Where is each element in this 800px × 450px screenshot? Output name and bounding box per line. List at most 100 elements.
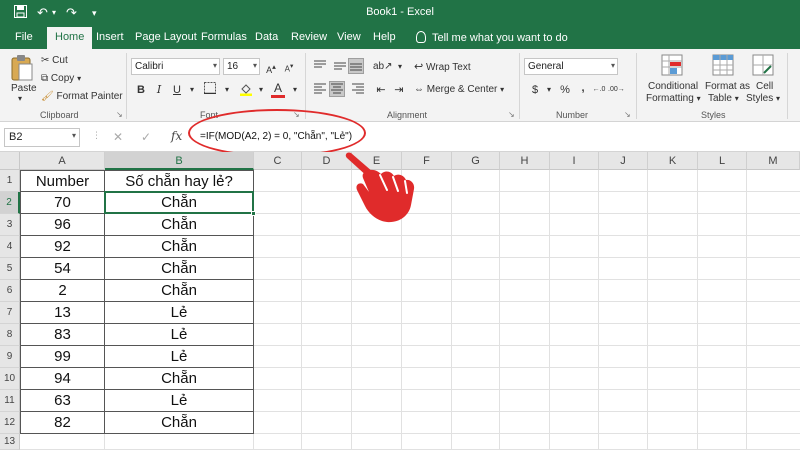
column-header-j[interactable]: J	[599, 152, 648, 170]
row-header-10[interactable]: 10	[0, 368, 20, 390]
accounting-dropdown-icon[interactable]: ▾	[541, 82, 557, 98]
align-right-icon[interactable]	[350, 82, 366, 98]
cell-number[interactable]: 92	[20, 236, 105, 258]
underline-button[interactable]: U	[169, 82, 185, 98]
borders-icon[interactable]	[202, 82, 218, 98]
paste-dropdown-icon[interactable]: ▾	[18, 94, 22, 103]
cell-parity[interactable]: Chẵn	[105, 214, 254, 236]
row-header-7[interactable]: 7	[0, 302, 20, 324]
format-painter-button[interactable]: 🖌 Format Painter	[41, 91, 123, 102]
orientation-icon[interactable]: ab↗	[373, 59, 393, 75]
align-bottom-icon[interactable]	[348, 58, 364, 74]
format-as-table-button[interactable]: Format as	[705, 81, 750, 92]
cell-number[interactable]: 70	[20, 192, 105, 214]
percent-style-button[interactable]: %	[557, 82, 573, 98]
name-box[interactable]: B2 ▾	[4, 128, 80, 147]
paste-icon[interactable]	[10, 54, 34, 85]
row-header-8[interactable]: 8	[0, 324, 20, 346]
row-header-11[interactable]: 11	[0, 390, 20, 412]
row-header-2[interactable]: 2	[0, 192, 20, 214]
tab-insert[interactable]: Insert	[96, 31, 124, 43]
conditional-formatting-icon[interactable]	[661, 54, 683, 79]
cell-parity[interactable]: Chẵn	[105, 368, 254, 390]
tell-me-search[interactable]: Tell me what you want to do	[416, 31, 568, 44]
font-name-select[interactable]: Calibri ▾	[131, 58, 220, 75]
column-header-g[interactable]: G	[452, 152, 500, 170]
column-header-a[interactable]: A	[20, 152, 105, 170]
increase-font-icon[interactable]: A▴	[263, 59, 279, 75]
font-size-select[interactable]: 16 ▾	[223, 58, 260, 75]
wrap-text-button[interactable]: ↩ Wrap Text	[414, 60, 471, 73]
increase-decimal-icon[interactable]: ←.0	[591, 82, 607, 98]
column-header-b[interactable]: B	[105, 152, 254, 170]
tab-file[interactable]: File	[15, 31, 33, 43]
fill-color-icon[interactable]	[238, 82, 254, 98]
select-all-corner[interactable]	[0, 152, 20, 170]
align-left-icon[interactable]	[312, 82, 328, 98]
tab-view[interactable]: View	[337, 31, 361, 43]
decrease-indent-icon[interactable]: ⇤	[373, 82, 389, 98]
header-cell-parity[interactable]: Số chẵn hay lẻ?	[105, 170, 254, 192]
bold-button[interactable]: B	[133, 82, 149, 98]
cell-styles-icon[interactable]	[752, 54, 774, 79]
cell-number[interactable]: 83	[20, 324, 105, 346]
cut-button[interactable]: ✂ Cut	[41, 55, 68, 66]
cell-parity[interactable]: Chẵn	[105, 412, 254, 434]
cell-number[interactable]: 2	[20, 280, 105, 302]
row-header-13[interactable]: 13	[0, 434, 20, 450]
cell-parity[interactable]: Lẻ	[105, 390, 254, 412]
conditional-formatting-button[interactable]: Conditional	[648, 81, 698, 92]
orientation-dropdown-icon[interactable]: ▾	[392, 59, 408, 75]
cell-number[interactable]: 63	[20, 390, 105, 412]
cell-parity[interactable]: Lẻ	[105, 302, 254, 324]
row-header-1[interactable]: 1	[0, 170, 20, 192]
tab-page-layout[interactable]: Page Layout	[135, 31, 197, 43]
cancel-entry-icon[interactable]: ✕	[113, 130, 123, 144]
borders-dropdown-icon[interactable]: ▾	[219, 82, 235, 98]
cell-number[interactable]: 96	[20, 214, 105, 236]
column-header-l[interactable]: L	[698, 152, 747, 170]
align-center-icon[interactable]	[329, 81, 345, 97]
formula-bar-grip-icon[interactable]: ⋮	[92, 130, 101, 141]
tab-data[interactable]: Data	[255, 31, 278, 43]
clipboard-launcher-icon[interactable]: ↘	[116, 110, 123, 119]
underline-dropdown-icon[interactable]: ▾	[184, 82, 200, 98]
tab-help[interactable]: Help	[373, 31, 396, 43]
cell-styles-button[interactable]: Cell	[756, 81, 773, 92]
cell-parity[interactable]: Chẵn	[105, 258, 254, 280]
cell-number[interactable]: 82	[20, 412, 105, 434]
column-header-c[interactable]: C	[254, 152, 302, 170]
number-launcher-icon[interactable]: ↘	[624, 110, 631, 119]
italic-button[interactable]: I	[151, 82, 167, 98]
tab-home[interactable]: Home	[47, 27, 93, 49]
fill-color-dropdown-icon[interactable]: ▾	[253, 82, 269, 98]
column-header-k[interactable]: K	[648, 152, 698, 170]
fill-handle[interactable]	[251, 211, 256, 216]
row-header-12[interactable]: 12	[0, 412, 20, 434]
format-as-table-icon[interactable]	[712, 54, 734, 79]
alignment-launcher-icon[interactable]: ↘	[508, 110, 515, 119]
cell-number[interactable]: 13	[20, 302, 105, 324]
cell-parity[interactable]: Chẵn	[105, 236, 254, 258]
row-header-9[interactable]: 9	[0, 346, 20, 368]
font-color-button[interactable]: A	[270, 80, 286, 98]
insert-function-button[interactable]: fx	[171, 129, 182, 143]
decrease-decimal-icon[interactable]: .00→	[608, 82, 625, 98]
merge-center-button[interactable]: ⇔ Merge & Center ▾	[414, 84, 504, 95]
confirm-entry-icon[interactable]: ✓	[141, 130, 151, 144]
comma-style-button[interactable]: ,	[575, 80, 591, 96]
column-header-h[interactable]: H	[500, 152, 550, 170]
column-header-i[interactable]: I	[550, 152, 599, 170]
cell-number[interactable]: 94	[20, 368, 105, 390]
align-top-icon[interactable]	[312, 59, 328, 75]
number-format-select[interactable]: General ▾	[524, 58, 618, 75]
font-color-dropdown-icon[interactable]: ▾	[287, 82, 303, 98]
cell-number[interactable]: 54	[20, 258, 105, 280]
header-cell-number[interactable]: Number	[20, 170, 105, 192]
cell-parity[interactable]: Chẵn	[105, 280, 254, 302]
paste-button[interactable]: Paste	[11, 83, 37, 94]
row-header-6[interactable]: 6	[0, 280, 20, 302]
decrease-font-icon[interactable]: A▾	[281, 59, 297, 75]
cell-number[interactable]: 99	[20, 346, 105, 368]
align-middle-icon[interactable]	[332, 59, 348, 75]
